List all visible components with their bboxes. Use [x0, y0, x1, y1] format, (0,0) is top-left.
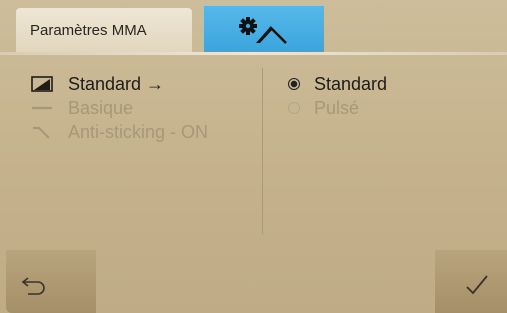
tab-settings[interactable] — [204, 6, 324, 54]
menu-item-label: Anti-sticking - ON — [68, 121, 209, 142]
radio-standard[interactable]: Standard — [288, 72, 387, 96]
radio-label: Pulsé — [314, 97, 360, 118]
menu-item-standard[interactable]: Standard → — [30, 72, 208, 96]
screen: Paramètres MMA Standard → Basique Anti-s… — [0, 0, 507, 313]
radio-unchecked-icon — [288, 102, 300, 114]
mode-radio-group: Standard Pulsé — [288, 72, 387, 120]
column-divider — [262, 68, 263, 234]
header: Paramètres MMA — [0, 0, 507, 58]
page-title: Paramètres MMA — [30, 21, 147, 39]
checkmark-icon — [466, 275, 488, 295]
menu-item-basique[interactable]: Basique — [30, 96, 208, 120]
menu-item-label: Standard → — [68, 73, 165, 94]
radio-checked-icon — [288, 78, 300, 90]
back-arrow-icon — [21, 277, 45, 295]
tab-title[interactable]: Paramètres MMA — [16, 8, 192, 52]
gear-electrode-icon — [239, 17, 287, 44]
mode-menu: Standard → Basique Anti-sticking - ON — [30, 72, 208, 144]
anti-sticking-icon — [30, 123, 54, 141]
radio-label: Standard — [314, 73, 388, 94]
confirm-button[interactable] — [435, 250, 507, 313]
flat-line-icon — [30, 99, 54, 117]
back-button[interactable] — [6, 250, 96, 313]
menu-item-label: Basique — [68, 97, 134, 118]
radio-pulse[interactable]: Pulsé — [288, 96, 387, 120]
header-divider — [0, 52, 507, 55]
standard-arc-icon — [30, 75, 54, 93]
menu-item-anti-sticking[interactable]: Anti-sticking - ON — [30, 120, 208, 144]
